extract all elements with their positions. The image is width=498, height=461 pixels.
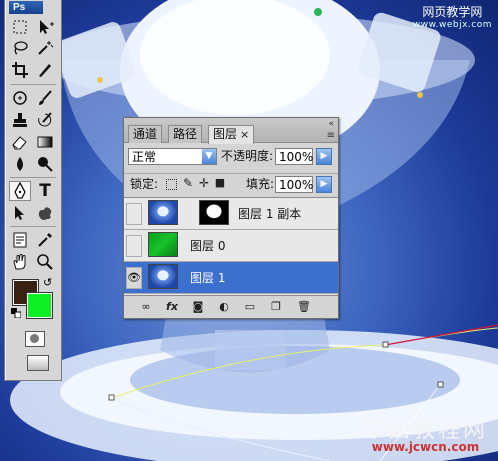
lasso-tool-icon[interactable] — [9, 38, 31, 58]
blur-tool-icon[interactable] — [9, 154, 31, 174]
layer-thumbnail — [148, 232, 178, 257]
tab-channels[interactable]: 通道 — [128, 125, 163, 143]
blend-row: 正常 ▼ 不透明度: 100% ▶ — [124, 144, 338, 168]
lock-all-icon[interactable]: ■ — [214, 177, 226, 189]
visibility-toggle[interactable] — [126, 235, 142, 257]
watermark-top-title: 网页教学网 — [422, 5, 483, 19]
watermark-top: 网页教学网 www.webjx.com — [413, 6, 492, 32]
opacity-value: 100% — [279, 150, 314, 164]
tool-separator — [10, 177, 56, 178]
layer-mask-thumbnail[interactable] — [199, 200, 229, 225]
lock-pixels-icon[interactable]: ✎ — [182, 177, 194, 189]
watermark-bottom-title: 中国教程网 — [362, 418, 488, 443]
link-icon[interactable]: ∞ — [138, 300, 154, 314]
quick-mask-button[interactable] — [25, 331, 45, 347]
add-mask-icon[interactable]: ◙ — [190, 300, 206, 314]
visibility-toggle[interactable] — [126, 203, 142, 225]
layer-list: ⛓ 图层 1 副本 图层 0 👁 图层 1 — [124, 197, 338, 295]
adjustment-layer-icon[interactable]: ◐ — [216, 300, 232, 314]
tools-panel: Ps T ↺ — [4, 0, 62, 381]
lock-transparency-icon[interactable] — [166, 179, 177, 190]
eyedropper-tool-icon[interactable] — [34, 230, 56, 250]
brush-tool-icon[interactable] — [34, 88, 56, 108]
swap-colors-icon[interactable]: ↺ — [43, 276, 52, 289]
watermark-top-url: www.webjx.com — [412, 20, 492, 30]
eraser-tool-icon[interactable] — [9, 132, 31, 152]
layers-panel: 通道 路径 图层 × « ≡ 正常 ▼ 不透明度: 100% ▶ 锁定: ✎ ✛ … — [123, 117, 339, 319]
gradient-tool-icon[interactable] — [34, 132, 56, 152]
history-brush-tool-icon[interactable] — [34, 110, 56, 130]
panel-tabbar: 通道 路径 图层 × « ≡ — [124, 118, 338, 144]
layer-name: 图层 1 副本 — [238, 207, 302, 221]
fill-label: 填充: — [246, 177, 275, 191]
panel-menu-icon[interactable]: ≡ — [327, 130, 335, 141]
collapse-icon[interactable]: « — [328, 119, 334, 129]
tool-separator — [10, 84, 56, 85]
fx-icon[interactable]: fx — [164, 300, 180, 314]
blend-mode-value: 正常 — [132, 150, 157, 164]
path-selection-tool-icon[interactable] — [9, 203, 31, 223]
new-layer-icon[interactable]: ❐ — [268, 300, 284, 314]
hand-tool-icon[interactable] — [9, 252, 31, 272]
custom-shape-tool-icon[interactable] — [34, 203, 56, 223]
magic-wand-tool-icon[interactable] — [34, 38, 56, 58]
slice-tool-icon[interactable] — [34, 60, 56, 80]
lock-position-icon[interactable]: ✛ — [198, 177, 210, 189]
screen-mode-button[interactable] — [27, 355, 49, 371]
tab-layers-label: 图层 — [213, 127, 238, 141]
tab-layers[interactable]: 图层 × — [208, 125, 255, 144]
healing-brush-tool-icon[interactable] — [9, 88, 31, 108]
background-color-swatch[interactable] — [26, 292, 53, 319]
tab-paths[interactable]: 路径 — [168, 125, 203, 143]
opacity-label: 不透明度: — [221, 149, 274, 163]
crop-tool-icon[interactable] — [9, 60, 31, 80]
close-icon[interactable]: × — [240, 128, 249, 141]
pen-tool-icon[interactable] — [9, 181, 31, 201]
layer-thumbnail — [148, 200, 178, 225]
ps-logo: Ps — [9, 1, 43, 14]
fill-input[interactable]: 100% — [275, 176, 313, 193]
zoom-tool-icon[interactable] — [34, 252, 56, 272]
layer-thumbnail — [148, 264, 178, 289]
layer-row-0[interactable]: 图层 0 — [124, 230, 338, 262]
watermark-bottom-url: www.jcwcn.com — [371, 440, 480, 454]
layers-bottom-bar: ∞ fx ◙ ◐ ▭ ❐ 🗑 — [124, 295, 338, 318]
notes-tool-icon[interactable] — [9, 230, 31, 250]
fill-value: 100% — [279, 178, 314, 192]
type-tool-icon[interactable]: T — [34, 181, 56, 201]
layer-row-1[interactable]: 👁 图层 1 — [124, 262, 338, 294]
layer-name: 图层 1 — [190, 271, 226, 285]
opacity-input[interactable]: 100% — [275, 148, 313, 165]
opacity-stepper-icon[interactable]: ▶ — [316, 148, 332, 165]
layer-row-copy[interactable]: ⛓ 图层 1 副本 — [124, 198, 338, 230]
blend-mode-select[interactable]: 正常 ▼ — [128, 148, 217, 165]
lock-label: 锁定: — [130, 177, 159, 191]
eye-icon[interactable]: 👁 — [126, 267, 142, 289]
dodge-tool-icon[interactable] — [34, 154, 56, 174]
fill-stepper-icon[interactable]: ▶ — [316, 176, 332, 193]
marquee-tool-icon[interactable] — [9, 17, 31, 37]
tool-separator — [10, 226, 56, 227]
default-colors-icon[interactable] — [11, 308, 21, 318]
lock-row: 锁定: ✎ ✛ ■ 填充: 100% ▶ — [124, 173, 338, 196]
move-tool-icon[interactable] — [34, 17, 56, 37]
layer-name: 图层 0 — [190, 239, 226, 253]
chevron-down-icon: ▼ — [202, 149, 216, 164]
delete-layer-icon[interactable]: 🗑 — [296, 300, 312, 314]
new-group-icon[interactable]: ▭ — [242, 300, 258, 314]
clone-stamp-tool-icon[interactable] — [9, 110, 31, 130]
watermark-bottom: 中国教程网 www.jcwcn.com — [362, 418, 488, 455]
